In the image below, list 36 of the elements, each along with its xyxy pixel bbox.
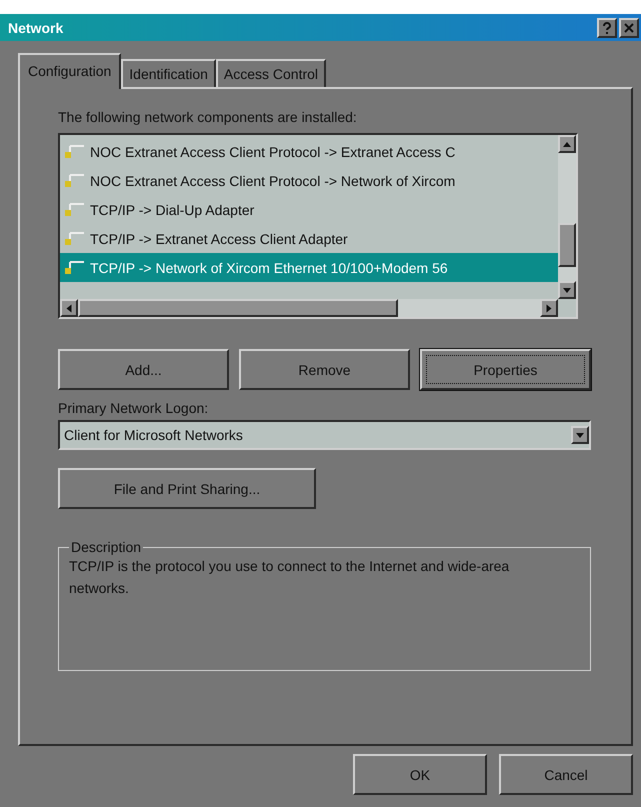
list-item[interactable]: TCP/IP -> Network of Xircom Ethernet 10/100+Modem 56 xyxy=(60,253,558,282)
list-item[interactable]: NOC Extranet Access Client Protocol -> Extranet Access C xyxy=(60,137,558,166)
network-component-icon xyxy=(64,202,86,218)
help-button[interactable] xyxy=(597,18,617,38)
close-icon xyxy=(624,22,634,32)
tab[interactable]: Identification xyxy=(121,59,216,87)
list-item[interactable]: TCP/IP -> Dial-Up Adapter xyxy=(60,195,558,224)
down-arrow-icon xyxy=(563,288,571,292)
tab[interactable]: Configuration xyxy=(18,53,122,89)
dropdown-arrow-icon xyxy=(576,432,584,438)
dialog-button[interactable]: OK xyxy=(353,754,487,795)
tab[interactable]: Access Control xyxy=(216,59,326,87)
group-title: Description xyxy=(70,539,142,555)
left-arrow-icon xyxy=(66,304,72,312)
sharing-button[interactable]: File and Print Sharing... xyxy=(58,468,316,509)
right-arrow-icon xyxy=(546,304,552,312)
dialog-button[interactable]: Remove xyxy=(239,349,410,390)
horizontal-scrollbar[interactable] xyxy=(60,299,558,317)
network-component-icon xyxy=(64,230,86,246)
window-title: Network xyxy=(8,20,64,36)
list-item[interactable]: NOC Extranet Access Client Protocol -> Network of Xircom xyxy=(60,166,558,195)
description-text: TCP/IP is the protocol you use to connect to the Internet and wide-area networks. xyxy=(69,557,510,598)
dialog-button[interactable]: Cancel xyxy=(499,754,633,795)
up-arrow-icon xyxy=(563,142,571,146)
network-component-icon xyxy=(64,260,86,276)
dialog-button[interactable]: Properties xyxy=(420,349,591,390)
logon-dropdown[interactable]: Client for Microsoft Networks xyxy=(58,420,591,450)
question-mark-icon xyxy=(602,22,612,34)
dialog-button[interactable]: Add... xyxy=(58,349,229,390)
logon-label: Primary Network Logon: xyxy=(58,400,210,416)
components-label: The following network components are installed: xyxy=(58,109,358,125)
close-button[interactable] xyxy=(619,18,639,38)
network-component-icon xyxy=(64,172,86,188)
network-component-icon xyxy=(64,144,86,160)
list-item[interactable]: TCP/IP -> Extranet Access Client Adapter xyxy=(60,224,558,253)
vertical-scrollbar[interactable] xyxy=(558,135,576,299)
